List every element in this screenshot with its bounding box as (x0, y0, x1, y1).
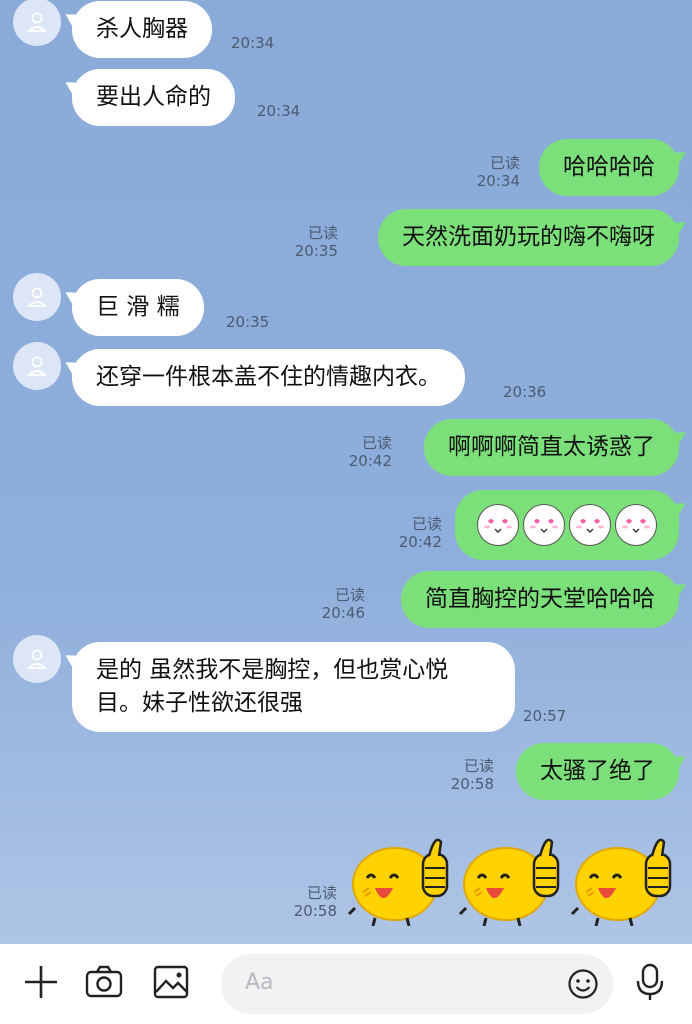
read-status: 已读 (463, 757, 494, 775)
heart-eyes-face-icon (523, 504, 565, 546)
person-icon (26, 12, 48, 32)
avatar[interactable] (13, 0, 61, 46)
person-icon (26, 649, 48, 669)
microphone-icon[interactable] (630, 962, 670, 1002)
message-meta: 已读 20:34 (477, 154, 520, 190)
message-text: 杀人胸器 (96, 16, 188, 42)
message-time: 20:42 (348, 452, 392, 470)
message-time: 20:57 (523, 707, 567, 725)
message-meta: 已读 20:58 (294, 884, 337, 920)
outgoing-message[interactable]: 啊啊啊简直太诱惑了 (424, 419, 679, 476)
thumbs-up-chick-sticker[interactable] (568, 826, 680, 927)
message-time: 20:36 (503, 383, 547, 401)
message-time: 20:34 (257, 102, 301, 120)
person-icon (26, 287, 48, 307)
read-status: 已读 (306, 884, 337, 902)
thumbs-up-chick-sticker[interactable] (345, 826, 457, 927)
heart-eyes-face-icon (569, 504, 611, 546)
read-status: 已读 (307, 224, 338, 242)
image-icon[interactable] (152, 962, 192, 1002)
incoming-message[interactable]: 杀人胸器 (72, 1, 212, 58)
message-time: 20:35 (226, 313, 270, 331)
message-text: 哈哈哈哈 (563, 154, 655, 180)
read-status: 已读 (361, 434, 392, 452)
incoming-message[interactable]: 是的 虽然我不是胸控，但也赏心悦 目。妹子性欲还很强 (72, 642, 515, 732)
message-text: 太骚了绝了 (540, 758, 655, 784)
read-status: 已读 (411, 515, 442, 533)
message-time: 20:46 (321, 604, 365, 622)
avatar[interactable] (13, 635, 61, 683)
message-text: 要出人命的 (96, 84, 211, 110)
message-text-line: 目。妹子性欲还很强 (96, 690, 303, 716)
message-input[interactable]: Aa (221, 954, 613, 1014)
emoji-icon[interactable] (567, 968, 599, 1000)
heart-eyes-face-icon (615, 504, 657, 546)
message-text: 简直胸控的天堂哈哈哈 (425, 586, 655, 612)
message-meta: 已读 20:42 (399, 515, 442, 551)
message-text: 天然洗面奶玩的嗨不嗨呀 (402, 224, 655, 250)
message-time: 20:34 (476, 172, 520, 190)
camera-icon[interactable] (84, 962, 124, 1002)
message-text: 还穿一件根本盖不住的情趣内衣。 (96, 364, 441, 390)
incoming-message[interactable]: 巨 滑 糯 (72, 279, 204, 336)
message-meta: 已读 20:46 (322, 586, 365, 622)
read-status: 已读 (489, 154, 520, 172)
message-time: 20:34 (231, 34, 275, 52)
incoming-message[interactable]: 还穿一件根本盖不住的情趣内衣。 (72, 349, 465, 406)
message-time: 20:35 (294, 242, 338, 260)
outgoing-message[interactable]: 太骚了绝了 (516, 743, 679, 800)
input-placeholder: Aa (245, 970, 274, 995)
thumbs-up-chick-sticker[interactable] (456, 826, 568, 927)
message-meta: 已读 20:58 (451, 757, 494, 793)
avatar[interactable] (13, 342, 61, 390)
chat-area[interactable]: 杀人胸器 20:34 要出人命的 20:34 已读 20:34 哈哈哈哈 已读 20… (0, 0, 692, 944)
person-icon (26, 356, 48, 376)
plus-icon[interactable] (21, 962, 61, 1002)
message-time: 20:42 (398, 533, 442, 551)
incoming-message[interactable]: 要出人命的 (72, 69, 235, 126)
emoji-message[interactable] (455, 490, 679, 560)
outgoing-message[interactable]: 简直胸控的天堂哈哈哈 (401, 571, 679, 628)
message-text: 巨 滑 糯 (96, 294, 180, 320)
message-text-line: 是的 虽然我不是胸控，但也赏心悦 (96, 657, 449, 683)
heart-eyes-face-icon (477, 504, 519, 546)
message-time: 20:58 (293, 902, 337, 920)
read-status: 已读 (334, 586, 365, 604)
message-meta: 已读 20:35 (295, 224, 338, 260)
outgoing-message[interactable]: 哈哈哈哈 (539, 139, 679, 196)
message-time: 20:58 (450, 775, 494, 793)
avatar[interactable] (13, 273, 61, 321)
message-text: 啊啊啊简直太诱惑了 (448, 434, 655, 460)
message-meta: 已读 20:42 (349, 434, 392, 470)
outgoing-message[interactable]: 天然洗面奶玩的嗨不嗨呀 (378, 209, 679, 266)
